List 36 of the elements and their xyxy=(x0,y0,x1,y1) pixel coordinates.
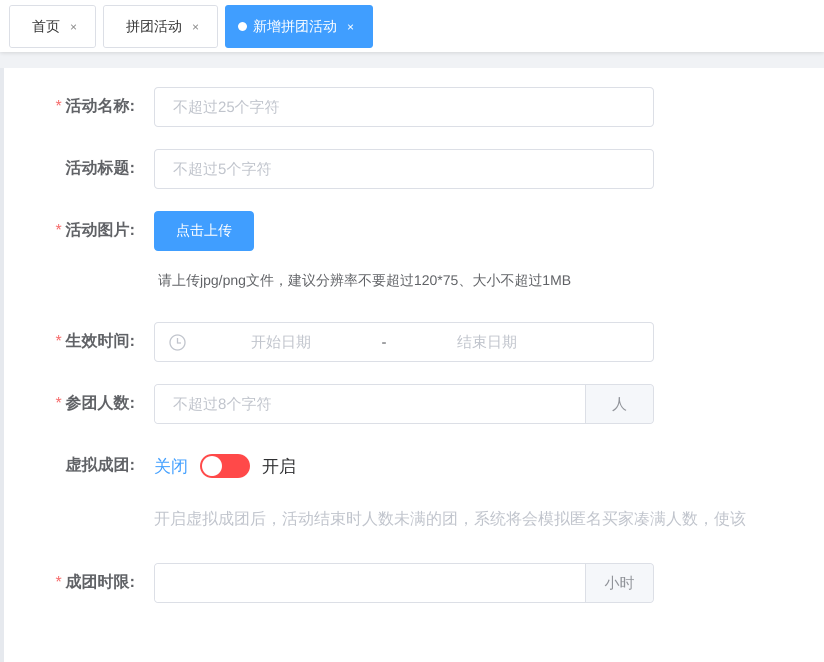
tab[interactable]: 拼团活动 × xyxy=(103,5,218,48)
unit-addon: 人 xyxy=(585,385,653,423)
field-label: 参团人数: xyxy=(66,395,135,412)
required-mark: * xyxy=(55,574,62,591)
start-date-placeholder: 开始日期 xyxy=(250,332,312,352)
upload-button[interactable]: 点击上传 xyxy=(154,211,254,251)
date-range-field[interactable]: 开始日期 - 结束日期 xyxy=(154,322,654,362)
tab[interactable]: 新增拼团活动 × xyxy=(225,5,374,48)
required-mark: * xyxy=(55,395,62,412)
text-input[interactable]: 不超过25个字符 xyxy=(154,87,654,127)
field-label: 虚拟成团: xyxy=(66,457,135,474)
close-icon[interactable]: × xyxy=(192,20,200,34)
range-separator: - xyxy=(380,334,388,350)
active-dot-icon xyxy=(238,22,248,31)
unit-addon: 小时 xyxy=(585,564,653,602)
field-label: 活动图片: xyxy=(66,222,135,239)
field-label: 活动名称: xyxy=(66,98,135,115)
tab[interactable]: 首页 × xyxy=(9,5,96,48)
switch-description: 开启虚拟成团后，活动结束时人数未满的团，系统将会模拟匿名买家凑满人数，使该 xyxy=(154,510,746,530)
close-icon[interactable]: × xyxy=(347,20,354,34)
required-mark: * xyxy=(55,98,62,115)
on-label: 开启 xyxy=(262,456,296,478)
input-group[interactable]: 小时 xyxy=(154,563,654,603)
required-mark: * xyxy=(55,222,62,239)
off-label: 关闭 xyxy=(154,456,188,478)
end-date-placeholder: 结束日期 xyxy=(456,332,518,352)
field-label: 活动标题: xyxy=(66,160,135,177)
text-input[interactable]: 不超过5个字符 xyxy=(154,149,654,189)
toggle-switch[interactable] xyxy=(200,454,250,478)
field-label: 成团时限: xyxy=(66,574,135,591)
input-group[interactable]: 不超过8个字符 人 xyxy=(154,384,654,424)
upload-hint: 请上传jpg/png文件，建议分辨率不要超过120*75、大小不超过1MB xyxy=(158,271,572,290)
close-icon[interactable]: × xyxy=(70,20,78,34)
field-label: 生效时间: xyxy=(66,333,135,350)
clock-icon xyxy=(169,334,186,350)
required-mark: * xyxy=(55,333,62,350)
